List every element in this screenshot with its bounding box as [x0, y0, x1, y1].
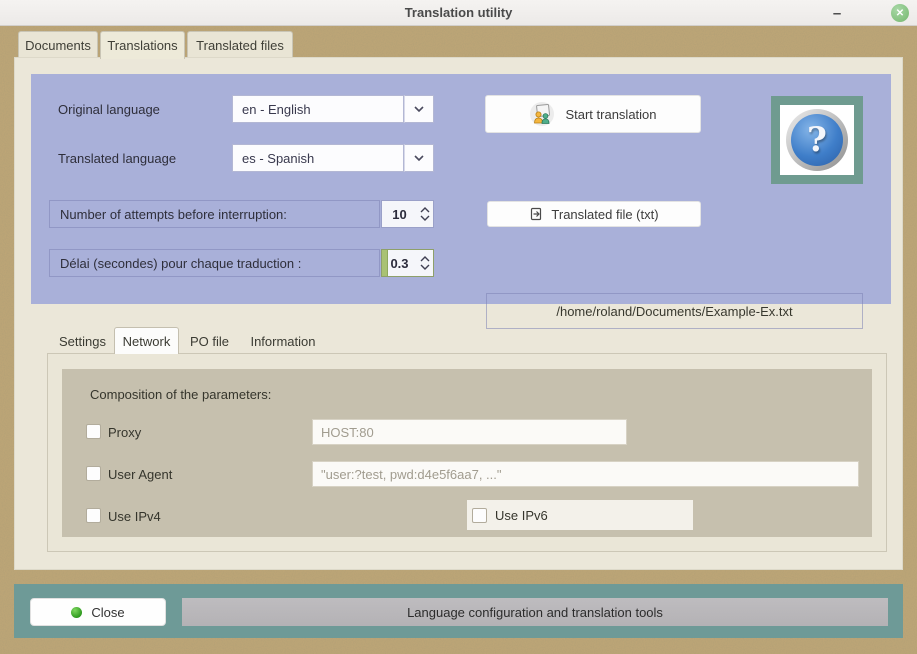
close-icon: ✕ — [895, 7, 905, 19]
translated-language-select[interactable]: es - Spanish — [232, 144, 434, 172]
help-icon: ? — [786, 109, 848, 171]
original-language-value[interactable]: en - English — [232, 95, 404, 123]
translated-language-value[interactable]: es - Spanish — [232, 144, 404, 172]
delay-label: Délai (secondes) pour chaque traduction … — [49, 249, 380, 277]
chevron-down-icon — [414, 106, 424, 113]
export-file-icon — [531, 207, 542, 221]
close-button[interactable]: Close — [30, 598, 166, 626]
spin-up-icon[interactable] — [420, 256, 430, 262]
proxy-checkbox[interactable] — [86, 424, 101, 439]
translated-file-button[interactable]: Translated file (txt) — [487, 201, 701, 227]
language-configuration-button[interactable]: Language configuration and translation t… — [182, 598, 888, 626]
tab-translations-label: Translations — [107, 38, 178, 53]
user-agent-input[interactable] — [312, 461, 859, 487]
ipv6-label: Use IPv6 — [495, 507, 548, 523]
original-language-select[interactable]: en - English — [232, 95, 434, 123]
minimize-button[interactable]: – — [827, 3, 847, 23]
attempts-spinner[interactable]: 10 — [381, 200, 434, 228]
tab-network-label: Network — [122, 333, 171, 349]
start-translation-button[interactable]: Start translation — [485, 95, 701, 133]
window-title: Translation utility — [404, 5, 513, 20]
network-parameters-panel: Composition of the parameters: Proxy Use… — [62, 369, 872, 537]
window-close-button[interactable]: ✕ — [891, 4, 909, 22]
spin-down-icon[interactable] — [420, 215, 430, 221]
ipv6-checkbox[interactable] — [472, 507, 487, 523]
green-status-icon — [71, 606, 83, 618]
ipv6-group: Use IPv6 — [467, 500, 693, 530]
original-language-dropdown-button[interactable] — [404, 95, 434, 123]
tab-network[interactable]: Network — [114, 327, 179, 354]
language-configuration-label: Language configuration and translation t… — [407, 604, 663, 620]
proxy-label: Proxy — [108, 425, 142, 440]
help-button[interactable]: ? — [771, 96, 863, 184]
tab-information[interactable]: Information — [240, 328, 326, 354]
output-path: /home/roland/Documents/Example-Ex.txt — [486, 293, 863, 329]
tab-translated-files-label: Translated files — [196, 37, 284, 53]
tab-settings[interactable]: Settings — [51, 328, 114, 354]
window-titlebar[interactable]: Translation utility – ✕ — [0, 0, 917, 26]
translated-language-dropdown-button[interactable] — [404, 144, 434, 172]
delay-progress-fill — [382, 250, 388, 276]
translated-language-label: Translated language — [58, 151, 177, 166]
start-translation-label: Start translation — [565, 106, 657, 122]
proxy-input[interactable] — [312, 419, 627, 445]
tab-information-label: Information — [250, 333, 316, 349]
translated-file-label: Translated file (txt) — [551, 206, 659, 222]
translations-tab-content: Original language en - English Translate… — [14, 57, 903, 570]
translation-settings-panel: Original language en - English Translate… — [31, 74, 891, 329]
original-language-label: Original language — [58, 102, 160, 117]
network-tab-frame: Composition of the parameters: Proxy Use… — [47, 353, 887, 552]
close-button-label: Close — [91, 604, 125, 620]
tab-translated-files[interactable]: Translated files — [187, 31, 293, 58]
attempts-value[interactable]: 10 — [382, 207, 417, 222]
ipv4-checkbox[interactable] — [86, 508, 101, 523]
help-icon-frame: ? — [780, 105, 854, 175]
minimize-icon: – — [832, 4, 842, 22]
footer-bar: Close Language configuration and transla… — [14, 584, 903, 638]
network-section-title: Composition of the parameters: — [90, 387, 272, 402]
user-agent-label: User Agent — [108, 467, 173, 482]
tab-po-file-label: PO file — [189, 333, 229, 349]
ipv4-label: Use IPv4 — [108, 509, 161, 524]
delay-spinner[interactable]: 0.3 — [381, 249, 434, 277]
tab-translations[interactable]: Translations — [100, 31, 185, 59]
spin-up-icon[interactable] — [420, 207, 430, 213]
attempts-label: Number of attempts before interruption: — [49, 200, 380, 228]
spin-down-icon[interactable] — [420, 264, 430, 270]
user-agent-checkbox[interactable] — [86, 466, 101, 481]
tab-documents-label: Documents — [25, 37, 91, 53]
desktop: Translation utility – ✕ Documents Transl… — [0, 0, 917, 654]
tab-po-file[interactable]: PO file — [181, 328, 238, 354]
tab-settings-label: Settings — [59, 333, 106, 349]
chevron-down-icon — [414, 155, 424, 162]
translation-people-icon — [530, 102, 555, 126]
tab-documents[interactable]: Documents — [18, 31, 98, 58]
